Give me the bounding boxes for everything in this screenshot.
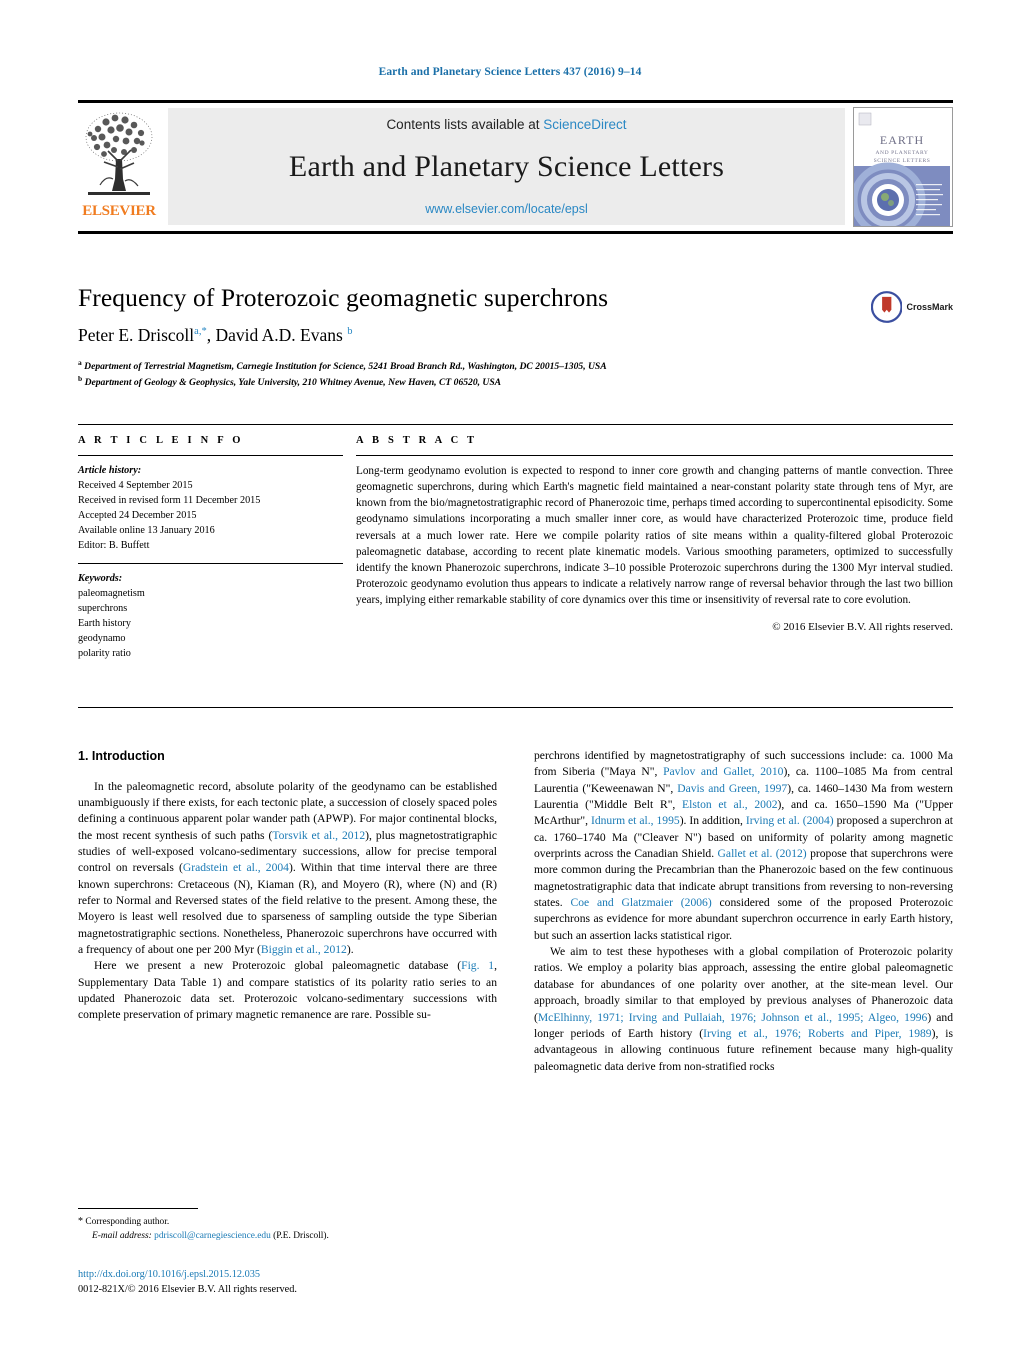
paragraph-intro-3: perchrons identified by magnetostratigra…: [534, 748, 953, 944]
email-link[interactable]: pdriscoll@carnegiescience.edu: [154, 1231, 271, 1241]
elsevier-tree-icon: [85, 112, 153, 195]
citation-davis-green[interactable]: Davis and Green, 1997: [677, 782, 787, 795]
section-heading-introduction: 1. Introduction: [78, 749, 165, 763]
keyword-item: geodynamo: [78, 632, 126, 644]
citation-irving-2004[interactable]: Irving et al. (2004): [746, 814, 834, 827]
article-history-block: Article history: Received 4 September 20…: [78, 463, 343, 554]
affiliation-a-text: Department of Terrestrial Magnetism, Car…: [84, 361, 607, 373]
history-item: Available online 13 January 2016: [78, 525, 215, 537]
body-column-right: perchrons identified by magnetostratigra…: [534, 748, 953, 1075]
history-item: Received in revised form 11 December 201…: [78, 495, 261, 507]
article-body: 1. Introduction In the paleomagnetic rec…: [78, 748, 953, 1075]
keywords-block: Keywords: paleomagnetism superchrons Ear…: [78, 571, 343, 662]
crossmark-label: CrossMark: [906, 302, 953, 312]
elsevier-wordmark: ELSEVIER: [82, 203, 156, 219]
history-item: Accepted 24 December 2015: [78, 510, 197, 522]
affiliation-b-marker: b: [78, 374, 83, 384]
abstract-divider: [356, 455, 953, 456]
journal-cover-art: EARTH AND PLANETARY SCIENCE LETTERS: [854, 108, 950, 226]
article-info-heading: A R T I C L E I N F O: [78, 435, 244, 446]
keyword-item: superchrons: [78, 602, 128, 614]
corresponding-author-text: Corresponding author.: [85, 1217, 170, 1227]
para1-text-c: ). Within that time interval there are t…: [78, 861, 497, 957]
info-abstract-section: A R T I C L E I N F O Article history: R…: [78, 424, 953, 661]
running-head: Earth and Planetary Science Letters 437 …: [378, 66, 642, 78]
figure-link-fig1[interactable]: Fig. 1: [461, 959, 494, 972]
abstract-column: A B S T R A C T Long-term geodynamo evol…: [356, 425, 953, 661]
paragraph-intro-1: In the paleomagnetic record, absolute po…: [78, 779, 497, 959]
article-info-divider: [78, 455, 343, 456]
keyword-item: paleomagnetism: [78, 587, 145, 599]
footnote-line-1: * Corresponding author.: [78, 1215, 497, 1230]
author-name-1: Peter E. Driscoll: [78, 325, 195, 346]
contents-prefix-text: Contents lists available at: [386, 117, 544, 132]
issn-copyright-line: 0012-821X/© 2016 Elsevier B.V. All right…: [78, 1284, 297, 1296]
crossmark-badge[interactable]: CrossMark: [871, 287, 953, 327]
author-1-affiliation-marker: a,*: [194, 326, 207, 338]
affiliation-a-marker: a: [78, 358, 82, 368]
body-column-gap: [497, 748, 534, 1075]
article-info-column: A R T I C L E I N F O Article history: R…: [78, 425, 343, 661]
copyright-line: © 2016 Elsevier B.V. All rights reserved…: [772, 621, 953, 634]
abstract-text: Long-term geodynamo evolution is expecte…: [356, 465, 953, 606]
paragraph-intro-2: Here we present a new Proterozoic global…: [78, 958, 497, 1023]
author-list: Peter E. Driscolla,*, David A.D. Evans b: [78, 325, 353, 346]
citation-idnurm[interactable]: Idnurm et al., 1995: [591, 814, 680, 827]
page-title: Frequency of Proterozoic geomagnetic sup…: [78, 283, 609, 312]
footnote-line-2: E-mail address: pdriscoll@carnegiescienc…: [78, 1230, 497, 1244]
affiliation-b-text: Department of Geology & Geophysics, Yale…: [84, 377, 502, 389]
author-2-affiliation-marker: b: [347, 326, 353, 338]
crossmark-icon: [871, 291, 903, 323]
journal-article-page: Earth and Planetary Science Letters 437 …: [0, 0, 1020, 1351]
body-column-left: 1. Introduction In the paleomagnetic rec…: [78, 748, 497, 1075]
email-address-label: E-mail address:: [92, 1230, 152, 1241]
history-item: Editor: B. Buffett: [78, 540, 150, 552]
abstract-heading: A B S T R A C T: [356, 435, 478, 446]
citation-gallet[interactable]: Gallet et al. (2012): [718, 847, 807, 860]
doi-block: http://dx.doi.org/10.1016/j.epsl.2015.12…: [78, 1267, 497, 1298]
elsevier-logo: ELSEVIER: [78, 103, 160, 231]
citation-gradstein[interactable]: Gradstein et al., 2004: [183, 861, 289, 874]
corresponding-author-footnote: * Corresponding author. E-mail address: …: [78, 1208, 497, 1243]
column-gap: [343, 425, 356, 661]
footnote-divider: [78, 1208, 198, 1209]
affiliation-b: b Department of Geology & Geophysics, Ya…: [78, 374, 953, 390]
masthead-center-panel: Contents lists available at ScienceDirec…: [168, 108, 845, 225]
citation-pavlov-gallet[interactable]: Pavlov and Gallet, 2010: [663, 765, 783, 778]
contents-available-line: Contents lists available at ScienceDirec…: [386, 117, 626, 132]
keywords-divider: [78, 562, 343, 564]
svg-text:EARTH: EARTH: [880, 133, 924, 147]
keywords-heading: Keywords:: [78, 572, 123, 584]
body-top-divider: [78, 707, 953, 708]
affiliation-list: a Department of Terrestrial Magnetism, C…: [78, 358, 953, 390]
citation-mcelhinny-group[interactable]: McElhinny, 1971; Irving and Pullaiah, 19…: [538, 1011, 927, 1024]
title-block: CrossMark Frequency of Proterozoic geoma…: [78, 283, 953, 391]
article-history-heading: Article history:: [78, 465, 142, 476]
paragraph-intro-4: We aim to test these hypotheses with a g…: [534, 944, 953, 1075]
citation-elston[interactable]: Elston et al., 2002: [682, 798, 778, 811]
citation-torsvik[interactable]: Torsvik et al., 2012: [272, 829, 365, 842]
sciencedirect-link[interactable]: ScienceDirect: [543, 117, 626, 132]
keyword-item: Earth history: [78, 617, 131, 629]
citation-biggin[interactable]: Biggin et al., 2012: [261, 943, 347, 956]
citation-irving-1976-group[interactable]: Irving et al., 1976; Roberts and Piper, …: [703, 1027, 932, 1040]
history-item: Received 4 September 2015: [78, 480, 193, 492]
doi-link[interactable]: http://dx.doi.org/10.1016/j.epsl.2015.12…: [78, 1269, 260, 1280]
journal-cover-thumbnail: EARTH AND PLANETARY SCIENCE LETTERS: [853, 107, 953, 227]
journal-masthead: ELSEVIER Contents lists available at Sci…: [78, 100, 953, 234]
para3-text-e: ). In addition,: [679, 814, 746, 828]
journal-homepage-link[interactable]: www.elsevier.com/locate/epsl: [425, 202, 588, 216]
citation-coe-glatzmaier[interactable]: Coe and Glatzmaier (2006): [570, 896, 711, 909]
affiliation-a: a Department of Terrestrial Magnetism, C…: [78, 358, 953, 374]
author-name-2: David A.D. Evans: [215, 325, 343, 346]
keyword-item: polarity ratio: [78, 648, 131, 660]
footnote-asterisk: *: [78, 1216, 83, 1227]
para1-text-d: ).: [346, 943, 354, 957]
svg-text:AND PLANETARY: AND PLANETARY: [875, 150, 928, 156]
journal-title: Earth and Planetary Science Letters: [288, 150, 725, 183]
email-owner-text: (P.E. Driscoll).: [273, 1230, 329, 1241]
para2-text-a: Here we present a new Proterozoic global…: [94, 959, 462, 973]
